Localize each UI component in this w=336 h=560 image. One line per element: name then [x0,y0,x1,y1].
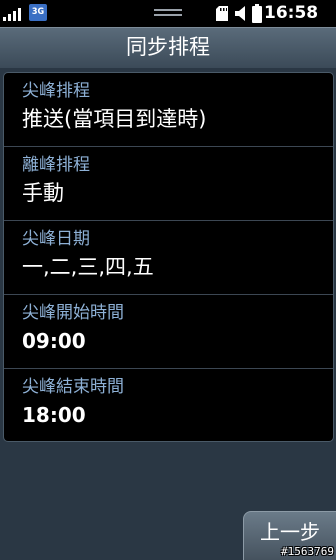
title-bar: 同步排程 [0,27,336,68]
setting-value: 一,二,三,四,五 [22,255,154,279]
page-title: 同步排程 [126,35,210,59]
setting-peak-start-time[interactable]: 尖峰開始時間 09:00 [4,295,333,369]
sd-card-icon [216,6,228,21]
setting-label: 離峰排程 [22,155,90,175]
setting-label: 尖峰開始時間 [22,303,124,323]
setting-value: 09:00 [22,329,86,353]
setting-label: 尖峰排程 [22,81,90,101]
setting-value: 18:00 [22,403,86,427]
setting-label: 尖峰日期 [22,229,90,249]
watermark: #1563769 [281,545,334,558]
settings-list: 尖峰排程 推送(當項目到達時) 離峰排程 手動 尖峰日期 一,二,三,四,五 尖… [3,72,334,442]
battery-icon [252,4,262,23]
status-time: 16:58 [264,3,319,23]
setting-peak-end-time[interactable]: 尖峰結束時間 18:00 [4,369,333,441]
signal-icon [3,6,25,21]
setting-label: 尖峰結束時間 [22,377,124,397]
setting-peak-days[interactable]: 尖峰日期 一,二,三,四,五 [4,221,333,295]
back-button-label: 上一步 [260,520,320,544]
setting-value: 推送(當項目到達時) [22,107,207,131]
setting-peak-schedule[interactable]: 尖峰排程 推送(當項目到達時) [4,73,333,147]
status-bar: 3G 16:58 [0,0,336,27]
vibrate-icon [235,6,245,21]
drag-handle-icon[interactable] [154,9,182,17]
network-3g-icon: 3G [29,4,47,21]
setting-offpeak-schedule[interactable]: 離峰排程 手動 [4,147,333,221]
setting-value: 手動 [22,181,64,205]
